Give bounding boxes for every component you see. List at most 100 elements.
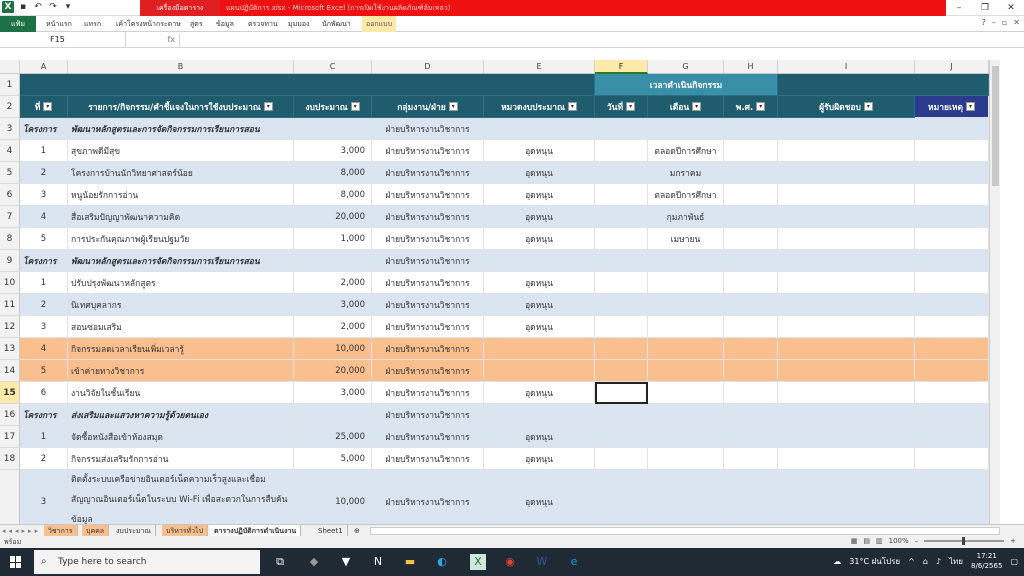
filter-dropdown-icon[interactable]: ▾ — [43, 102, 53, 111]
day-cell[interactable] — [595, 294, 648, 316]
category-cell[interactable] — [484, 338, 595, 360]
filter-dropdown-icon[interactable]: ▾ — [756, 102, 766, 111]
note-cell[interactable] — [915, 250, 989, 272]
tray-arrow-icon[interactable]: ^ — [908, 557, 915, 566]
owner-cell[interactable] — [778, 338, 915, 360]
row-header[interactable]: 17 — [0, 426, 20, 448]
year-cell[interactable] — [724, 316, 778, 338]
row-header[interactable]: 13 — [0, 338, 20, 360]
language-indicator[interactable]: ไทย — [949, 555, 963, 568]
owner-cell[interactable] — [778, 162, 915, 184]
help-icon[interactable]: ? — [982, 18, 986, 27]
activity-cell[interactable]: การประกันคุณภาพผู้เรียนปฐมวัย — [68, 228, 294, 250]
tab-home[interactable]: หน้าแรก — [46, 16, 72, 32]
filter-dropdown-icon[interactable]: ▾ — [567, 102, 577, 111]
select-all-corner[interactable] — [0, 60, 20, 74]
budget-cell[interactable]: 25,000 — [294, 426, 372, 448]
day-cell[interactable] — [595, 228, 648, 250]
row-header[interactable]: 2 — [0, 96, 20, 118]
day-cell[interactable] — [595, 316, 648, 338]
row-header[interactable]: 15 — [0, 382, 20, 404]
dept-cell[interactable]: ฝ่ายบริหารงานวิชาการ — [372, 184, 484, 206]
budget-cell[interactable] — [294, 118, 372, 140]
item-number-cell[interactable]: 5 — [20, 360, 68, 382]
chrome-icon[interactable]: ◉ — [502, 554, 518, 570]
dept-cell[interactable]: ฝ่ายบริหารงานวิชาการ — [372, 382, 484, 404]
column-header-g[interactable]: G — [648, 60, 724, 74]
save-icon[interactable]: ▪ — [17, 1, 29, 13]
item-number-cell[interactable]: 4 — [20, 338, 68, 360]
budget-cell[interactable]: 1,000 — [294, 228, 372, 250]
zoom-level[interactable]: 100% — [889, 537, 909, 545]
activity-cell[interactable]: กิจกรรมลดเวลาเรียนเพิ่มเวลารู้ — [68, 338, 294, 360]
item-number-cell[interactable]: 4 — [20, 206, 68, 228]
year-cell[interactable] — [724, 184, 778, 206]
file-explorer-icon[interactable]: ▬ — [402, 554, 418, 570]
owner-cell[interactable] — [778, 426, 915, 448]
dept-cell[interactable]: ฝ่ายบริหารงานวิชาการ — [372, 316, 484, 338]
clock[interactable]: 17:21 8/6/2565 — [971, 551, 1002, 571]
filter-dropdown-icon[interactable]: ▾ — [692, 102, 702, 111]
month-cell[interactable] — [648, 360, 724, 382]
note-cell[interactable] — [915, 448, 989, 470]
category-cell[interactable]: อุดหนุน — [484, 426, 595, 448]
year-cell[interactable] — [724, 338, 778, 360]
year-cell[interactable] — [724, 426, 778, 448]
restore-icon[interactable]: ❐ — [972, 0, 998, 16]
page-break-view-icon[interactable]: ▥ — [876, 537, 883, 545]
note-cell[interactable] — [915, 140, 989, 162]
note-cell[interactable] — [915, 426, 989, 448]
day-cell[interactable] — [595, 404, 648, 426]
dept-cell[interactable]: ฝ่ายบริหารงานวิชาการ — [372, 250, 484, 272]
category-cell[interactable] — [484, 118, 595, 140]
month-cell[interactable]: ตลอดปีการศึกษา — [648, 140, 724, 162]
row-header[interactable]: 8 — [0, 228, 20, 250]
notification-icon[interactable]: ▢ — [1010, 557, 1018, 566]
budget-cell[interactable]: 5,000 — [294, 448, 372, 470]
day-cell[interactable] — [595, 338, 648, 360]
year-cell[interactable] — [724, 162, 778, 184]
tab-insert[interactable]: แทรก — [84, 16, 101, 32]
category-cell[interactable]: อุดหนุน — [484, 382, 595, 404]
item-number-cell[interactable]: 1 — [20, 426, 68, 448]
dept-cell[interactable]: ฝ่ายบริหารงานวิชาการ — [372, 140, 484, 162]
row-header[interactable]: 1 — [0, 74, 20, 96]
day-cell[interactable] — [595, 272, 648, 294]
month-cell[interactable] — [648, 426, 724, 448]
row-header[interactable]: 14 — [0, 360, 20, 382]
note-cell[interactable] — [915, 162, 989, 184]
tab-developer[interactable]: นักพัฒนา — [322, 16, 351, 32]
scroll-thumb[interactable] — [992, 66, 999, 186]
note-cell[interactable] — [915, 118, 989, 140]
owner-cell[interactable] — [778, 448, 915, 470]
activity-cell[interactable]: สุขภาพดีมีสุข — [68, 140, 294, 162]
minimize-ribbon-icon[interactable]: – — [992, 18, 996, 27]
filter-dropdown-icon[interactable]: ▾ — [350, 102, 360, 111]
owner-cell[interactable] — [778, 360, 915, 382]
close-icon[interactable]: ✕ — [998, 0, 1024, 16]
column-header-i[interactable]: I — [778, 60, 915, 74]
budget-cell[interactable]: 10,000 — [294, 338, 372, 360]
year-cell[interactable] — [724, 294, 778, 316]
category-cell[interactable]: อุดหนุน — [484, 162, 595, 184]
name-box[interactable]: F15 — [0, 33, 126, 47]
category-cell[interactable]: อุดหนุน — [484, 294, 595, 316]
zoom-out-icon[interactable]: – — [915, 537, 919, 545]
day-cell[interactable] — [595, 162, 648, 184]
budget-cell[interactable]: 3,000 — [294, 294, 372, 316]
tab-file[interactable]: แฟ้ม — [0, 16, 36, 32]
excel-taskbar-icon[interactable]: X — [470, 554, 486, 570]
month-cell[interactable] — [648, 272, 724, 294]
year-cell[interactable] — [724, 404, 778, 426]
row-header[interactable]: 4 — [0, 140, 20, 162]
filter-dropdown-icon[interactable]: ▾ — [448, 102, 458, 111]
item-number-cell[interactable]: 6 — [20, 382, 68, 404]
note-cell[interactable] — [915, 272, 989, 294]
restore-doc-icon[interactable]: ▫ — [1002, 18, 1007, 27]
note-cell[interactable] — [915, 228, 989, 250]
month-cell[interactable]: เมษายน — [648, 228, 724, 250]
month-cell[interactable] — [648, 316, 724, 338]
year-cell[interactable] — [724, 382, 778, 404]
undo-icon[interactable]: ↶ — [32, 1, 44, 13]
dept-cell[interactable]: ฝ่ายบริหารงานวิชาการ — [372, 338, 484, 360]
